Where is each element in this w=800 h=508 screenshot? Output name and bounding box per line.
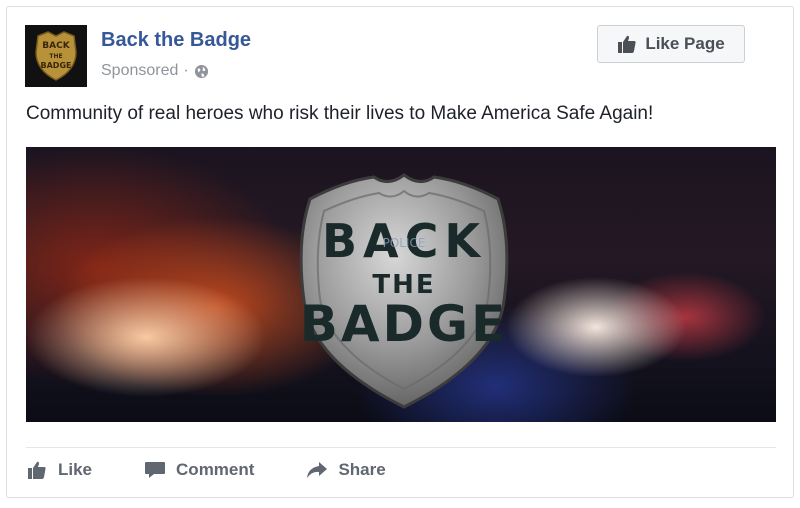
like-page-button[interactable]: Like Page [597, 25, 745, 63]
badge-text-line3: BADGE [300, 295, 509, 353]
share-icon [306, 460, 328, 480]
sponsored-post-card: BACK THE BADGE Back the Badge Sponsored … [6, 6, 794, 498]
share-label: Share [338, 460, 386, 479]
post-actions-bar: Like Comment Share [26, 460, 438, 480]
badge-logo-icon: BACK THE BADGE [35, 31, 77, 81]
comment-label: Comment [176, 460, 255, 479]
like-label: Like [58, 460, 93, 479]
action-divider [26, 447, 776, 448]
sponsored-line: Sponsored · [101, 62, 209, 80]
thumbs-up-icon [617, 34, 637, 54]
comment-button[interactable]: Comment [144, 460, 254, 480]
avatar-badge-line3: BADGE [41, 61, 72, 70]
page-avatar[interactable]: BACK THE BADGE [25, 25, 87, 87]
like-button[interactable]: Like [26, 460, 92, 480]
ad-image[interactable]: BACK POLICE THE BADGE [26, 147, 776, 422]
globe-icon [194, 64, 209, 79]
like-page-label: Like Page [645, 34, 725, 53]
share-button[interactable]: Share [306, 460, 386, 480]
avatar-badge-line1: BACK [42, 41, 70, 51]
avatar-badge-line2: THE [49, 53, 62, 60]
sponsored-label[interactable]: Sponsored [101, 62, 178, 80]
post-text: Community of real heroes who risk their … [26, 103, 654, 124]
separator-dot: · [183, 62, 189, 79]
badge-text-small: POLICE [383, 236, 426, 250]
thumbs-up-icon [26, 460, 48, 480]
police-badge-graphic: BACK POLICE THE BADGE [284, 171, 524, 411]
comment-icon [144, 460, 166, 480]
page-name-link[interactable]: Back the Badge [101, 29, 251, 52]
